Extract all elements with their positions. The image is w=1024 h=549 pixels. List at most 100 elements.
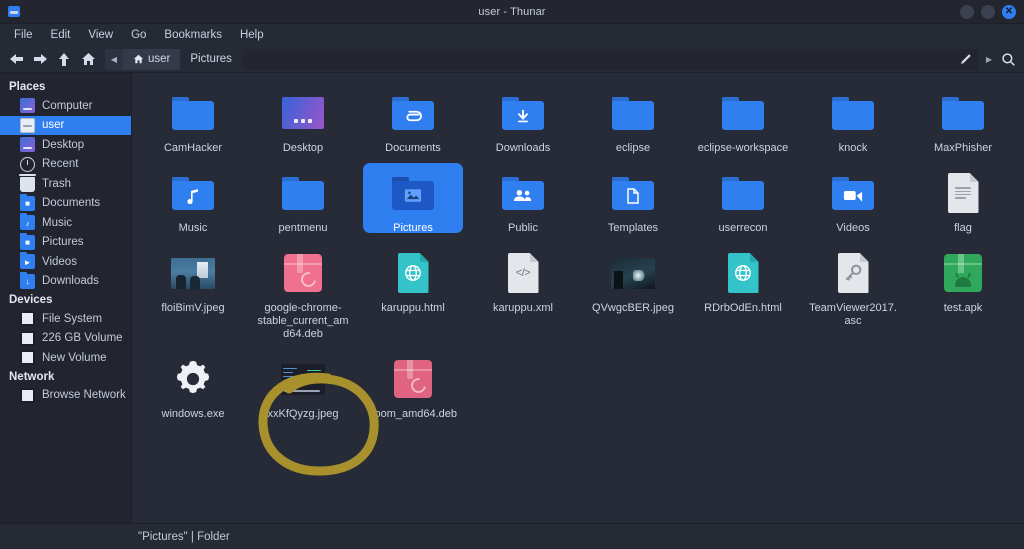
- file-item[interactable]: google-chrome-stable_current_amd64.deb: [248, 243, 358, 345]
- breadcrumb-user[interactable]: user: [123, 48, 181, 70]
- html-document-icon: [397, 253, 429, 293]
- image-thumbnail: [281, 363, 325, 395]
- home-button[interactable]: [77, 49, 99, 70]
- sidebar-label: user: [42, 119, 65, 132]
- sidebar-item-downloads[interactable]: ↓ Downloads: [0, 271, 131, 292]
- file-item[interactable]: zoom_amd64.deb: [358, 349, 468, 425]
- maximize-button[interactable]: [981, 4, 995, 19]
- toolbar-right: ▶: [980, 49, 1019, 70]
- menu-help[interactable]: Help: [232, 27, 272, 43]
- file-item[interactable]: Templates: [578, 163, 688, 239]
- documents-folder-icon: ■: [20, 193, 35, 211]
- file-item[interactable]: knock: [798, 83, 908, 159]
- window-controls: ✕: [960, 0, 1016, 23]
- file-grid-view[interactable]: CamHacker Desktop Documents Downloads eclips…: [132, 73, 1024, 523]
- menu-bookmarks[interactable]: Bookmarks: [156, 27, 230, 43]
- file-icon: [389, 249, 437, 297]
- sidebar-label: Music: [42, 216, 73, 229]
- breadcrumb-scroll-left-icon[interactable]: ◀: [105, 48, 123, 70]
- folder-icon: [502, 96, 544, 130]
- minimize-button[interactable]: [960, 4, 974, 19]
- file-item[interactable]: </> karuppu.xml: [468, 243, 578, 345]
- file-item[interactable]: userrecon: [688, 163, 798, 239]
- downloads-folder-icon: ↓: [20, 271, 35, 289]
- file-item[interactable]: Desktop: [248, 83, 358, 159]
- sidebar-label: Desktop: [42, 138, 85, 151]
- file-item[interactable]: karuppu.html: [358, 243, 468, 345]
- file-icon: [719, 89, 767, 137]
- sidebar-item-new-volume[interactable]: New Volume: [0, 348, 131, 368]
- file-icon: [499, 89, 547, 137]
- sidebar-item-recent[interactable]: Recent: [0, 155, 131, 175]
- window-body: Places Computer user Desktop Recent Tras…: [0, 73, 1024, 523]
- file-icon: [829, 249, 877, 297]
- disk-icon: [20, 311, 35, 327]
- menu-go[interactable]: Go: [123, 27, 154, 43]
- menu-edit[interactable]: Edit: [43, 27, 79, 43]
- file-item[interactable]: MaxPhisher: [908, 83, 1018, 159]
- file-item[interactable]: RDrbOdEn.html: [688, 243, 798, 345]
- file-item[interactable]: flag: [908, 163, 1018, 239]
- file-item[interactable]: Documents: [358, 83, 468, 159]
- file-item[interactable]: TeamViewer2017.asc: [798, 243, 908, 345]
- file-item[interactable]: Videos: [798, 163, 908, 239]
- sidebar-item-trash[interactable]: Trash: [0, 173, 131, 194]
- back-button[interactable]: [5, 49, 27, 70]
- file-item[interactable]: eclipse: [578, 83, 688, 159]
- file-label: zoom_amd64.deb: [368, 408, 458, 420]
- menu-view[interactable]: View: [80, 27, 121, 43]
- chevron-right-icon[interactable]: ▶: [983, 55, 995, 64]
- sidebar-item-desktop[interactable]: Desktop: [0, 135, 131, 155]
- status-bar: "Pictures" | Folder: [0, 523, 1024, 549]
- image-thumbnail: [611, 257, 655, 289]
- path-entry-area[interactable]: [242, 48, 978, 70]
- file-icon: [279, 355, 327, 403]
- file-item[interactable]: Downloads: [468, 83, 578, 159]
- file-label: eclipse-workspace: [697, 142, 789, 154]
- file-item[interactable]: QVwgcBER.jpeg: [578, 243, 688, 345]
- key-document-icon: [837, 253, 869, 293]
- pencil-icon[interactable]: [959, 53, 972, 66]
- file-label: RDrbOdEn.html: [704, 302, 782, 314]
- close-button[interactable]: ✕: [1002, 4, 1016, 19]
- file-item[interactable]: eclipse-workspace: [688, 83, 798, 159]
- breadcrumb-pictures[interactable]: Pictures: [180, 49, 242, 70]
- file-item[interactable]: pentmenu: [248, 163, 358, 239]
- music-folder-icon: ♪: [20, 213, 35, 231]
- disk-icon: [20, 350, 35, 366]
- sidebar-label: Videos: [42, 255, 77, 268]
- sidebar-item-226gb-volume[interactable]: 226 GB Volume: [0, 329, 131, 349]
- file-item[interactable]: xxKfQyzg.jpeg: [248, 349, 358, 425]
- sidebar-item-user[interactable]: user: [0, 115, 131, 135]
- file-item[interactable]: Public: [468, 163, 578, 239]
- file-item[interactable]: Pictures: [358, 163, 468, 239]
- sidebar-item-browse-network[interactable]: Browse Network: [0, 386, 131, 406]
- sidebar-label: Pictures: [42, 236, 84, 249]
- file-item[interactable]: floiBimV.jpeg: [138, 243, 248, 345]
- sidebar-item-computer[interactable]: Computer: [0, 96, 131, 116]
- toolbar: ◀ user Pictures ▶: [0, 46, 1024, 73]
- folder-icon: [172, 96, 214, 130]
- forward-button[interactable]: [29, 49, 51, 70]
- sidebar-item-music[interactable]: ♪ Music: [0, 213, 131, 233]
- folder-icon: [282, 176, 324, 210]
- folder-icon: [172, 176, 214, 210]
- file-item[interactable]: test.apk: [908, 243, 1018, 345]
- file-icon: [389, 355, 437, 403]
- file-icon: [279, 89, 327, 137]
- sidebar-item-videos[interactable]: ► Videos: [0, 252, 131, 272]
- menu-file[interactable]: File: [6, 27, 41, 43]
- sidebar-item-file-system[interactable]: File System: [0, 309, 131, 329]
- parent-folder-button[interactable]: [53, 49, 75, 70]
- sidebar-item-documents[interactable]: ■ Documents: [0, 193, 131, 214]
- file-item[interactable]: CamHacker: [138, 83, 248, 159]
- folder-icon: [832, 96, 874, 130]
- file-label: floiBimV.jpeg: [161, 302, 225, 314]
- sidebar-label: Computer: [42, 99, 93, 112]
- folder-icon: [942, 96, 984, 130]
- file-icon: [719, 249, 767, 297]
- search-icon[interactable]: [997, 49, 1019, 70]
- sidebar-item-pictures[interactable]: ■ Pictures: [0, 232, 131, 253]
- file-item[interactable]: Music: [138, 163, 248, 239]
- file-item[interactable]: windows.exe: [138, 349, 248, 425]
